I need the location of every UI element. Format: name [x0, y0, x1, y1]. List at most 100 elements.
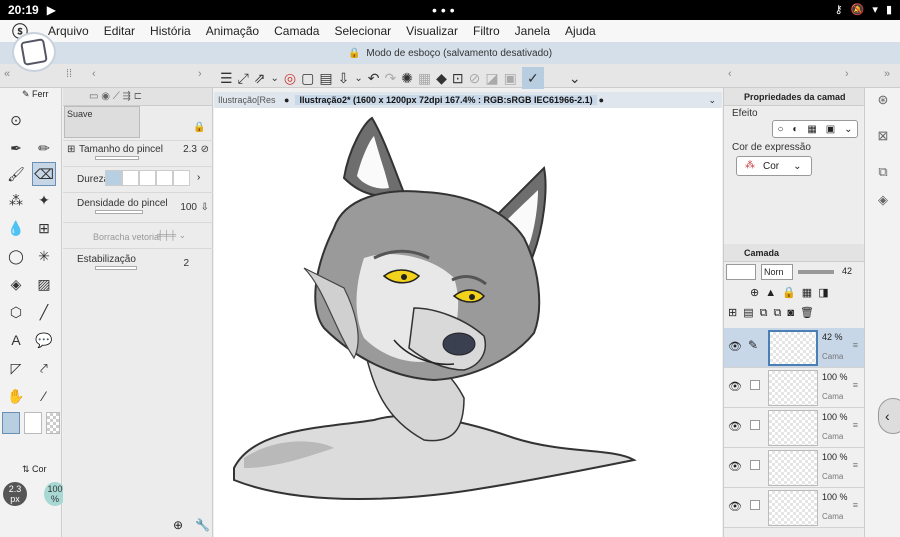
expand-icon[interactable]: ⊞ [67, 144, 75, 155]
drag-handle-icon[interactable]: ≡ [853, 340, 858, 350]
side-drawer-handle[interactable]: ‹ [878, 398, 900, 434]
new-file-icon[interactable]: ▢ [301, 70, 314, 87]
layer-properties-icon[interactable]: ⧉ [869, 160, 897, 184]
download-icon[interactable]: ⇩ [201, 202, 209, 213]
text-icon[interactable]: A [4, 328, 28, 352]
operation-icon[interactable]: ⤤ [32, 356, 56, 380]
chevron-left-icon-2[interactable]: ‹ [728, 68, 732, 80]
menu-editar[interactable]: Editar [104, 24, 135, 38]
chevron-right-icon-2[interactable]: › [845, 68, 849, 80]
canvas-area[interactable] [214, 108, 722, 537]
brush-size-value[interactable]: 2.3 [183, 144, 197, 155]
fill-bucket-icon[interactable]: ◈ [4, 272, 28, 296]
hardness-level-2[interactable] [122, 170, 139, 186]
sub-tool-detail-icon[interactable]: ⊠ [869, 124, 897, 148]
toggle-effect-icon[interactable]: ◐ [792, 124, 798, 135]
save-icon[interactable]: ⇩ [338, 70, 350, 87]
transform-icon[interactable]: ⊡ [452, 70, 464, 87]
layer-checkbox[interactable] [750, 420, 760, 430]
effect-selector[interactable]: ○ ◐ ▦ ▣ ⌄ [772, 120, 858, 138]
eye-icon[interactable]: 👁 [728, 340, 742, 353]
eye-icon[interactable]: 👁 [728, 380, 742, 393]
menu-animacao[interactable]: Animação [206, 24, 259, 38]
tool-tab[interactable]: ✎ Ferr [22, 89, 49, 100]
busy-icon[interactable]: ✺ [401, 70, 413, 87]
density-slider[interactable] [95, 210, 143, 214]
layers-icon[interactable]: ◈ [869, 188, 897, 212]
layer-tool-row-2[interactable]: ⊞▤⧉⧉◙🗑 [728, 306, 820, 320]
layer-checkbox[interactable] [750, 500, 760, 510]
menu-camada[interactable]: Camada [274, 24, 319, 38]
hardness-level-4[interactable] [156, 170, 173, 186]
drag-handle-icon[interactable]: ≡ [853, 460, 858, 470]
collapse-left-icon[interactable]: « [4, 68, 10, 80]
export-icon[interactable]: ⇗ [254, 70, 266, 87]
crop-icon[interactable]: ▣ [504, 70, 517, 87]
menu-historia[interactable]: História [150, 24, 191, 38]
lock-icon-small[interactable]: 🔒 [193, 122, 205, 133]
blend-icon[interactable]: 💧 [4, 216, 28, 240]
wrench-icon[interactable]: 🔧 [195, 518, 210, 532]
stabilization-value[interactable]: 2 [183, 258, 189, 269]
drag-handle-icon[interactable]: ≡ [853, 380, 858, 390]
pin-icon[interactable]: ⁞⁞ [66, 68, 72, 80]
hardness-level-5[interactable] [173, 170, 190, 186]
checkmark-icon[interactable]: ✓ [521, 67, 544, 89]
layer-color-select[interactable] [726, 264, 756, 280]
fill-icon[interactable]: ◆ [436, 70, 447, 87]
layer-row[interactable]: 👁 100 % Cama ≡ [724, 408, 864, 448]
layer-opacity-slider[interactable] [798, 270, 834, 274]
move-icon[interactable]: ⊙ [4, 108, 28, 132]
drag-handle-icon[interactable]: ≡ [853, 500, 858, 510]
sub-color-swatch[interactable] [24, 412, 42, 434]
color-tab[interactable]: ⇅ Cor [22, 464, 47, 475]
magic-wand-icon[interactable]: ✳ [32, 244, 56, 268]
menu-selecionar[interactable]: Selecionar [334, 24, 391, 38]
hand-icon[interactable]: ✋ [4, 384, 28, 408]
open-folder-icon[interactable]: ▤ [319, 70, 332, 87]
layer-checkbox[interactable] [750, 460, 760, 470]
brush-icon[interactable]: 🖌 [4, 162, 28, 186]
quick-access-button[interactable] [12, 32, 56, 72]
grid-icon[interactable]: ⊞ [32, 216, 56, 240]
hardness-level-3[interactable] [139, 170, 156, 186]
deselect-icon[interactable]: ⊘ [469, 70, 481, 87]
drag-handle-icon[interactable]: ≡ [853, 420, 858, 430]
lasso-icon[interactable]: ◯ [4, 244, 28, 268]
layer-row[interactable]: 👁 100 % Cama ≡ [724, 368, 864, 408]
transparent-color-swatch[interactable] [46, 412, 60, 434]
decoration-icon[interactable]: ⁂ [4, 188, 28, 212]
tab-dot-icon[interactable]: ● [284, 95, 289, 105]
chevron-left-icon[interactable]: ‹ [92, 68, 96, 80]
vector-options-icon[interactable]: ╪╪╪ ⌄ [157, 230, 186, 241]
eyedropper-icon[interactable]: ⁄ [32, 384, 56, 408]
pressure-icon[interactable]: ⊘ [201, 144, 209, 155]
undo-icon[interactable]: ↶ [368, 70, 380, 87]
menu-arquivo[interactable]: Arquivo [48, 24, 89, 38]
menu-visualizar[interactable]: Visualizar [406, 24, 458, 38]
chevron-right-icon[interactable]: › [198, 68, 202, 80]
frame-icon[interactable]: ◸ [4, 356, 28, 380]
layer-row[interactable]: 👁 ✎ 42 % Cama ≡ [724, 328, 864, 368]
clear-icon[interactable]: ▦ [418, 70, 431, 87]
figure-icon[interactable]: ⬡ [4, 300, 28, 324]
chevron-down-icon-4[interactable]: ⌄ [844, 124, 852, 135]
tab-close-dot-icon[interactable]: ● [599, 95, 604, 105]
density-value[interactable]: 100 [180, 202, 197, 213]
pen-icon[interactable]: ✒ [4, 136, 28, 160]
chevron-down-icon-3[interactable]: ⌄ [569, 70, 581, 87]
circle-effect-icon[interactable]: ○ [777, 124, 783, 135]
pencil-icon[interactable]: ✏ [32, 136, 56, 160]
eye-icon[interactable]: 👁 [728, 420, 742, 433]
layer-checkbox[interactable] [750, 380, 760, 390]
balloon-icon[interactable]: 💬 [32, 328, 56, 352]
tone-effect-icon[interactable]: ▦ [807, 124, 816, 135]
chevron-down-icon[interactable]: ⌄ [271, 73, 279, 84]
blend-mode-select[interactable]: Norn [761, 264, 793, 280]
invert-icon[interactable]: ◪ [485, 70, 498, 87]
dial-icon[interactable]: ⊕ [173, 518, 183, 532]
brush-size-indicator[interactable]: 2.3 px [3, 482, 27, 506]
resize-icon[interactable]: ⤢ [238, 70, 249, 87]
eye-icon[interactable]: 👁 [728, 460, 742, 473]
navigator-icon[interactable]: ⊛ [869, 88, 897, 112]
